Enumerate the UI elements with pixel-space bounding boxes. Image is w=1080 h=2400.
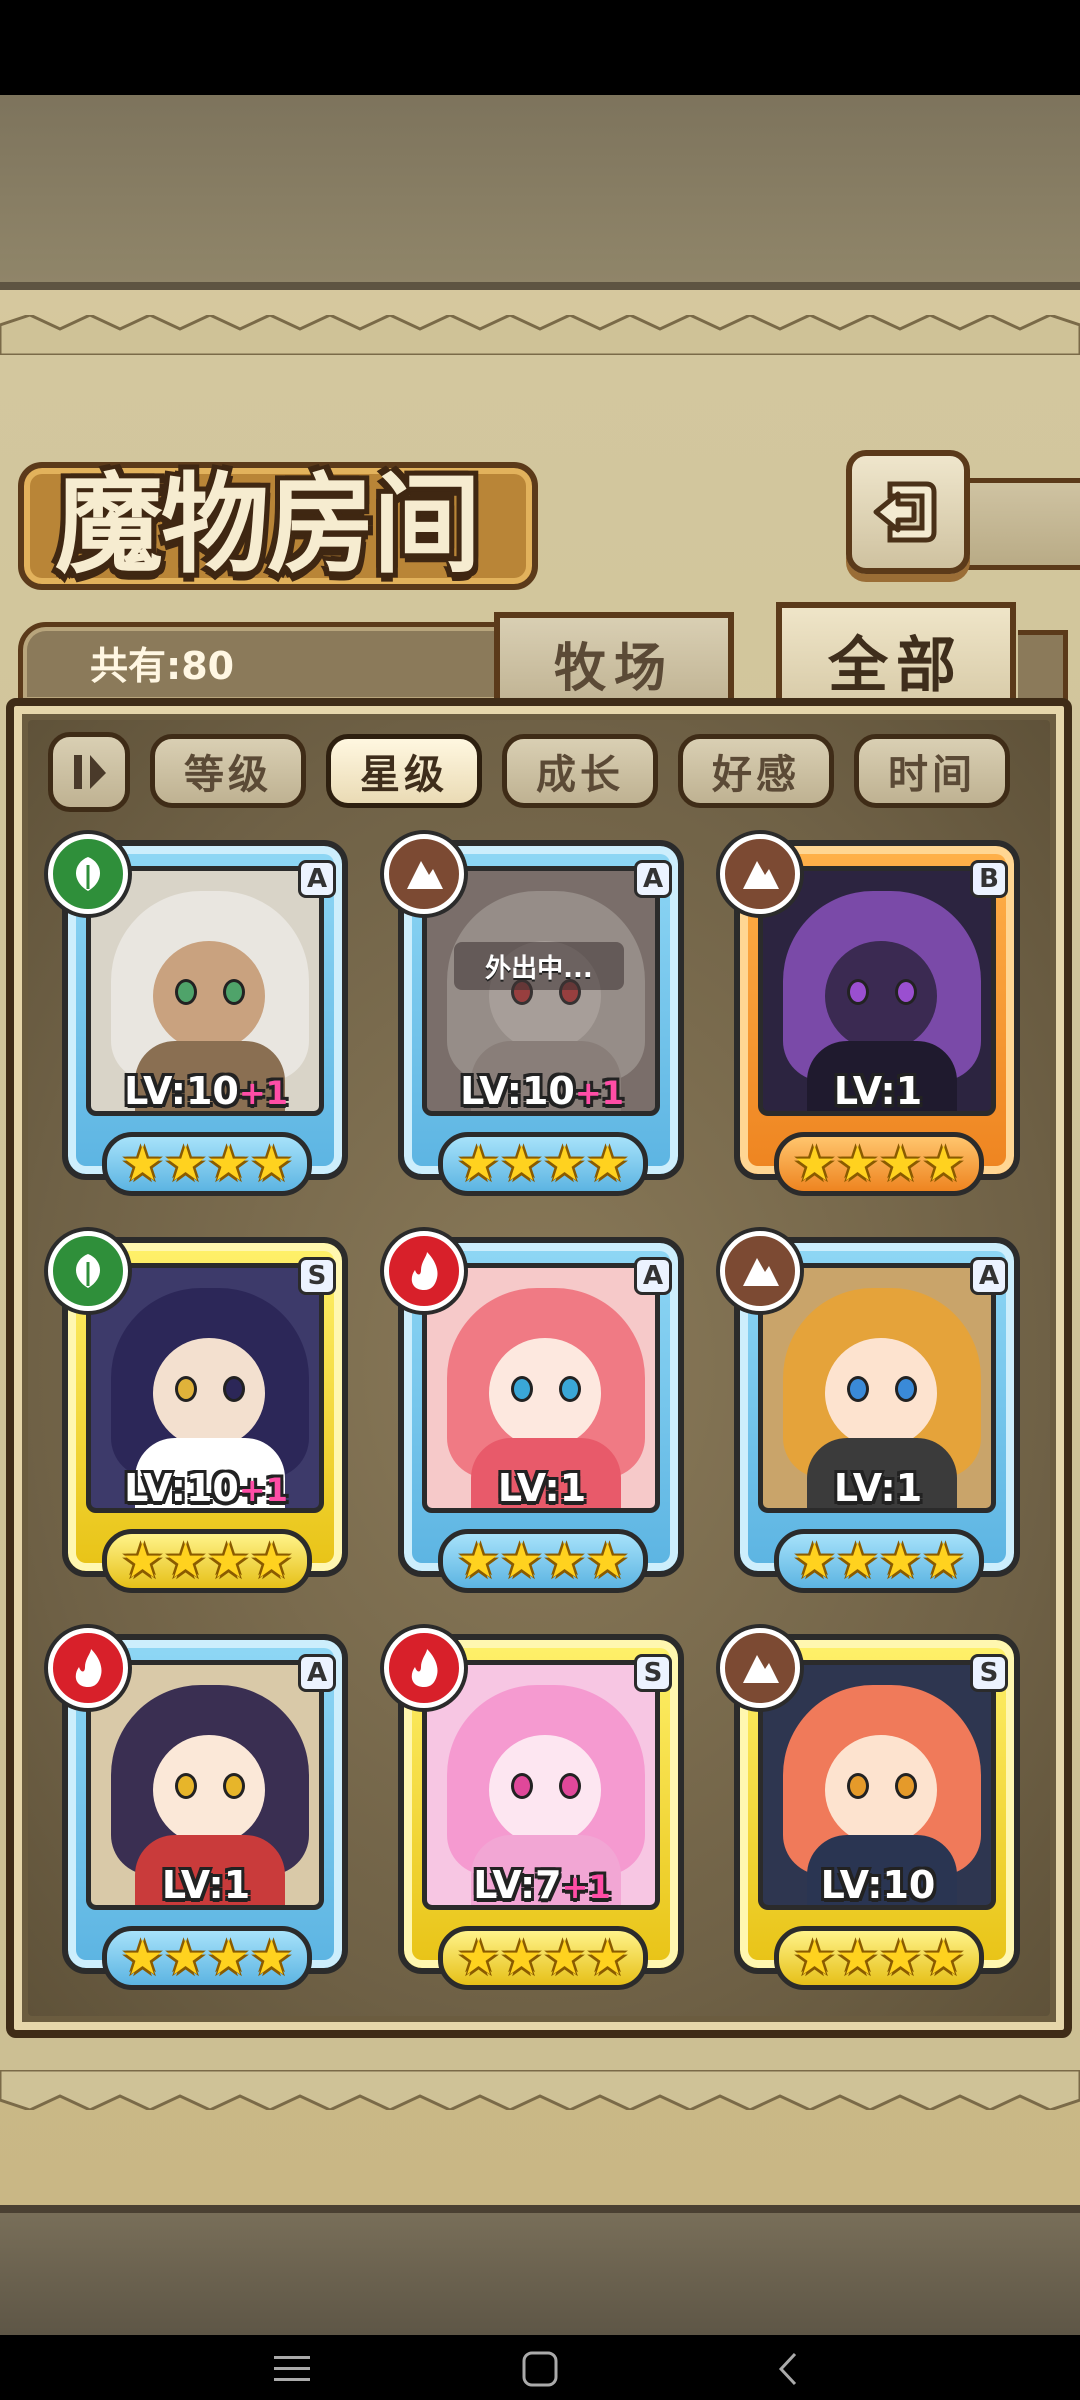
level-value: LV:1 — [833, 1466, 923, 1510]
monster-level: LV:1 — [424, 1463, 660, 1513]
star-rating: ★★★★ — [438, 1132, 648, 1196]
star-rating-value: ★★★★ — [456, 1930, 630, 1986]
sort-order-toggle[interactable] — [48, 732, 130, 812]
sort-button-stars[interactable]: 星级 — [326, 734, 482, 808]
level-value: LV:1 — [497, 1466, 587, 1510]
monster-level: LV:10 — [760, 1860, 996, 1910]
back-chevron-icon — [778, 2352, 797, 2386]
star-rating: ★★★★ — [438, 1926, 648, 1990]
monster-card[interactable]: S LV:7+1 ★★★★ — [384, 1628, 684, 1994]
monster-card[interactable]: A LV:1 ★★★★ — [48, 1628, 348, 1994]
sort-order-icon — [74, 755, 106, 789]
zigzag-border-bottom — [0, 2070, 1080, 2110]
rank-badge: B — [970, 860, 1008, 898]
star-rating-value: ★★★★ — [120, 1533, 294, 1589]
monster-level: LV:10+1 — [424, 1066, 660, 1116]
rank-badge: S — [298, 1257, 336, 1295]
rank-badge: A — [634, 1257, 672, 1295]
level-value: LV:10 — [820, 1863, 936, 1907]
tab-all[interactable]: 全部 — [776, 602, 1016, 712]
monster-card[interactable]: 外出中... A LV:10+1 ★★★★ — [384, 834, 684, 1200]
page-title: 魔物房间 — [55, 462, 481, 588]
star-rating-value: ★★★★ — [792, 1930, 966, 1986]
rank-badge: A — [298, 1654, 336, 1692]
star-rating: ★★★★ — [438, 1529, 648, 1593]
star-rating: ★★★★ — [102, 1926, 312, 1990]
home-square-icon — [522, 2351, 558, 2387]
star-rating-value: ★★★★ — [120, 1136, 294, 1192]
level-value: LV:10 — [460, 1069, 575, 1113]
status-bar — [0, 0, 1080, 95]
monster-card[interactable]: A LV:1 ★★★★ — [384, 1231, 684, 1597]
return-arrow-icon — [873, 481, 937, 543]
monster-card[interactable]: S LV:10+1 ★★★★ — [48, 1231, 348, 1597]
leaf-icon — [48, 834, 128, 914]
monster-card[interactable]: A LV:1 ★★★★ — [720, 1231, 1020, 1597]
flame-icon — [384, 1628, 464, 1708]
star-rating: ★★★★ — [774, 1529, 984, 1593]
monster-card[interactable]: S LV:10 ★★★★ — [720, 1628, 1020, 1994]
monster-level: LV:1 — [760, 1066, 996, 1116]
level-plus: +1 — [238, 1074, 288, 1112]
sort-button-growth[interactable]: 成长 — [502, 734, 658, 808]
tab-ranch[interactable]: 牧场 — [494, 612, 734, 708]
rock-icon — [720, 834, 800, 914]
level-plus: +1 — [238, 1471, 288, 1509]
level-value: LV:1 — [161, 1863, 251, 1907]
level-value: LV:10 — [124, 1466, 239, 1510]
monster-count: 共有:80 — [90, 644, 235, 688]
star-rating: ★★★★ — [774, 1132, 984, 1196]
monster-level: LV:1 — [88, 1860, 324, 1910]
nav-menu-button[interactable] — [272, 2352, 312, 2386]
rank-badge: A — [970, 1257, 1008, 1295]
monster-level: LV:1 — [760, 1463, 996, 1513]
nav-home-button[interactable] — [520, 2351, 560, 2387]
sort-button-time[interactable]: 时间 — [854, 734, 1010, 808]
monster-card[interactable]: B LV:1 ★★★★ — [720, 834, 1020, 1200]
map-top-band — [0, 95, 1080, 290]
star-rating: ★★★★ — [774, 1926, 984, 1990]
rank-badge: S — [634, 1654, 672, 1692]
back-button-tail — [960, 478, 1080, 570]
star-rating-value: ★★★★ — [456, 1533, 630, 1589]
level-value: LV:10 — [124, 1069, 239, 1113]
star-rating: ★★★★ — [102, 1132, 312, 1196]
flame-icon — [384, 1231, 464, 1311]
rock-icon — [384, 834, 464, 914]
star-rating-value: ★★★★ — [792, 1136, 966, 1192]
rock-icon — [720, 1231, 800, 1311]
star-rating-value: ★★★★ — [120, 1930, 294, 1986]
rank-badge: S — [970, 1654, 1008, 1692]
level-value: LV:1 — [833, 1069, 923, 1113]
star-rating-value: ★★★★ — [456, 1136, 630, 1192]
monster-level: LV:7+1 — [424, 1860, 660, 1910]
rank-badge: A — [298, 860, 336, 898]
star-rating: ★★★★ — [102, 1529, 312, 1593]
rock-icon — [720, 1628, 800, 1708]
level-plus: +1 — [561, 1868, 611, 1906]
away-status: 外出中... — [454, 942, 624, 990]
back-button[interactable] — [846, 450, 970, 574]
level-value: LV:7 — [473, 1863, 562, 1907]
monster-card[interactable]: A LV:10+1 ★★★★ — [48, 834, 348, 1200]
nav-back-button[interactable] — [768, 2352, 808, 2386]
monster-level: LV:10+1 — [88, 1463, 324, 1513]
sort-button-affection[interactable]: 好感 — [678, 734, 834, 808]
leaf-icon — [48, 1231, 128, 1311]
star-rating-value: ★★★★ — [792, 1533, 966, 1589]
flame-icon — [48, 1628, 128, 1708]
level-plus: +1 — [574, 1074, 624, 1112]
zigzag-border-top — [0, 315, 1080, 355]
sort-button-level[interactable]: 等级 — [150, 734, 306, 808]
rank-badge: A — [634, 860, 672, 898]
map-bottom-band — [0, 2205, 1080, 2335]
menu-icon — [274, 2356, 310, 2381]
monster-level: LV:10+1 — [88, 1066, 324, 1116]
